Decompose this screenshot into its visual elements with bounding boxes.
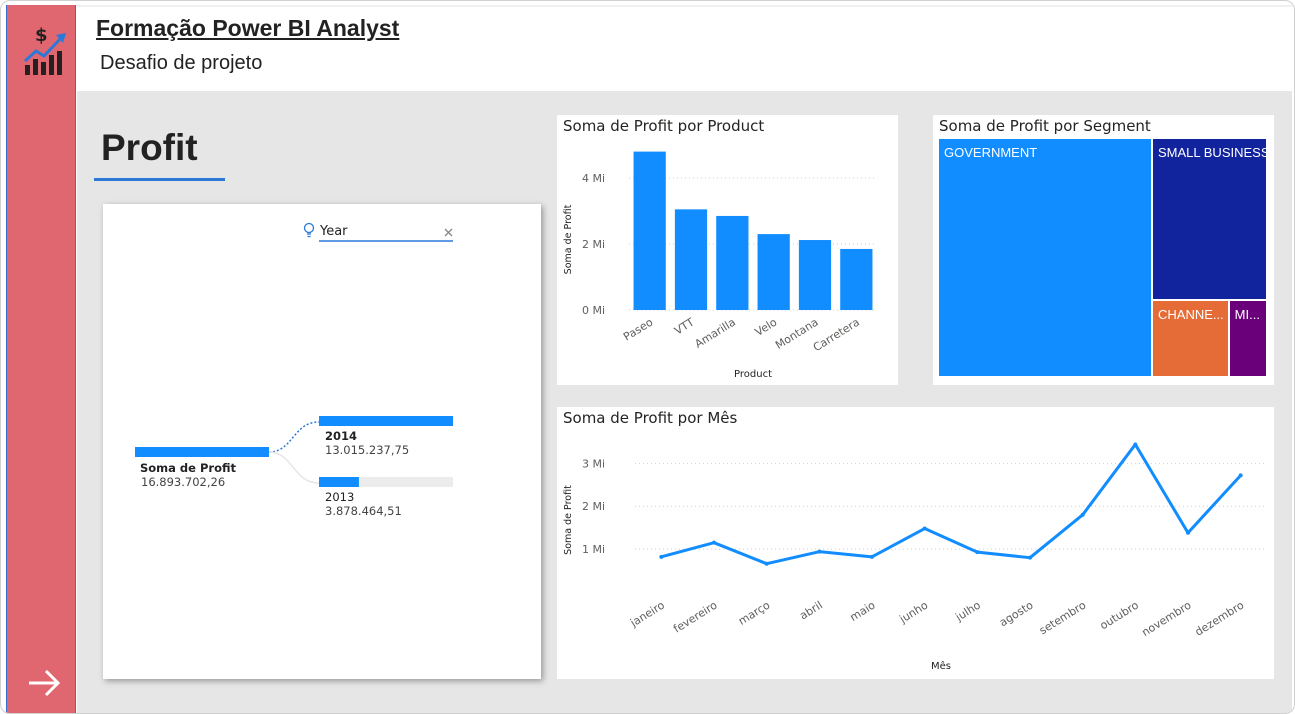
treemap-tile-channel-partners[interactable]: CHANNE...	[1153, 300, 1228, 376]
treemap-tile-government[interactable]: GOVERNMENT	[939, 139, 1151, 376]
y-tick-label: 1 Mi	[582, 543, 605, 556]
bar-velo[interactable]	[757, 234, 790, 310]
report-title: Formação Power BI Analyst	[96, 15, 400, 41]
bar-chart-title: Soma de Profit por Product	[563, 117, 765, 135]
x-tick-label: outubro	[1098, 598, 1142, 632]
x-tick-label: abril	[797, 599, 825, 623]
y-tick-label: 2 Mi	[582, 238, 605, 251]
y-axis-title: Soma de Profit	[563, 485, 574, 555]
connector-2014	[268, 421, 320, 453]
line-chart-visual[interactable]: Soma de Profit por Mês 1 Mi 2 Mi 3 Mi janei…	[557, 407, 1274, 679]
bar-montana[interactable]	[798, 240, 832, 310]
line-chart-svg: 1 Mi 2 Mi 3 Mi janeiro fevereiro março abril ma…	[563, 442, 1267, 672]
bar-paseo[interactable]	[633, 151, 666, 310]
y-tick-label: 2 Mi	[582, 500, 605, 513]
x-tick-label: VTT	[672, 315, 697, 337]
x-tick-label: Carretera	[811, 316, 862, 355]
x-tick-label: Velo	[753, 315, 780, 338]
x-tick-label: dezembro	[1193, 598, 1247, 638]
bar-chart-visual[interactable]: Soma de Profit por Product 0 Mi 2 Mi 4 Mi P…	[557, 115, 898, 385]
bar-amarilla[interactable]	[716, 215, 749, 310]
x-tick-label: junho	[896, 598, 930, 626]
filter-year-label[interactable]: Year	[319, 224, 348, 239]
close-icon[interactable]	[444, 228, 453, 237]
bar-carretera[interactable]	[840, 248, 873, 310]
line-point[interactable]	[764, 561, 769, 566]
svg-text:$: $	[35, 25, 48, 46]
lightbulb-icon	[303, 222, 315, 238]
root-label: Soma de Profit	[140, 461, 236, 475]
decomposition-tree-visual[interactable]: Year Soma de Profit 16.893.702,26 2014 13…	[103, 204, 541, 679]
line-point[interactable]	[870, 554, 874, 559]
x-tick-label: maio	[848, 598, 878, 624]
line-point[interactable]	[1186, 530, 1190, 535]
treemap-tile-midmarket[interactable]: MI...	[1229, 300, 1266, 376]
child-value: 13.015.237,75	[325, 443, 409, 457]
x-tick-label: fevereiro	[671, 598, 720, 635]
profit-line[interactable]	[660, 442, 1242, 566]
report-canvas: $ Formação Power BI Analyst Desafio de p…	[0, 0, 1295, 714]
x-tick-label: março	[736, 598, 772, 627]
line-point[interactable]	[1028, 555, 1032, 560]
x-axis-title: Product	[734, 369, 772, 380]
treemap-tile-small-business[interactable]: SMALL BUSINESS	[1153, 139, 1266, 299]
line-point[interactable]	[1080, 512, 1085, 517]
line-chart-title: Soma de Profit por Mês	[563, 409, 738, 427]
report-header: Formação Power BI Analyst Desafio de pro…	[77, 5, 1292, 91]
root-bar[interactable]	[135, 447, 269, 457]
child-label: 2013	[325, 490, 354, 504]
arrow-right-icon[interactable]	[24, 663, 64, 703]
line-point[interactable]	[817, 549, 822, 554]
report-subtitle: Desafio de projeto	[100, 52, 263, 74]
line-point[interactable]	[659, 554, 664, 559]
x-tick-label: agosto	[997, 598, 1036, 629]
x-tick-label: setembro	[1037, 598, 1088, 637]
line-point[interactable]	[712, 540, 716, 545]
x-tick-label: novembro	[1139, 598, 1193, 639]
root-value: 16.893.702,26	[141, 475, 225, 489]
sidebar: $	[6, 5, 76, 713]
child-bar[interactable]	[319, 416, 453, 426]
page-heading: Profit	[101, 127, 198, 168]
line-point[interactable]	[1133, 442, 1138, 447]
y-tick-label: 0 Mi	[582, 304, 605, 317]
x-tick-label: Paseo	[621, 315, 655, 343]
connector-2013	[268, 451, 320, 484]
decomposition-tree-svg: Year Soma de Profit 16.893.702,26 201413…	[135, 222, 453, 518]
money-chart-icon: $	[23, 25, 66, 75]
bar-chart-svg: 0 Mi2 Mi4 MiPaseo VTTAmarilla VeloMontanaC…	[563, 151, 877, 380]
x-tick-label: janeiro	[627, 598, 667, 630]
x-axis-title: Mês	[931, 660, 951, 672]
line-point[interactable]	[1238, 473, 1243, 478]
line-point[interactable]	[975, 550, 980, 555]
x-tick-label: julho	[952, 598, 983, 624]
treemap-visual[interactable]: Soma de Profit por Segment GOVERNMENT SMA…	[933, 115, 1274, 385]
child-label: 2014	[325, 429, 357, 443]
y-axis-title: Soma de Profit	[563, 204, 574, 274]
x-tick-label: Amarilla	[693, 316, 738, 351]
treemap-title: Soma de Profit por Segment	[939, 117, 1151, 135]
line-point[interactable]	[922, 526, 927, 531]
child-nodes: 201413.015.237,75 20133.878.464,51	[319, 416, 453, 518]
bar-vtt[interactable]	[674, 209, 708, 310]
y-tick-label: 3 Mi	[582, 457, 605, 470]
y-tick-label: 4 Mi	[582, 172, 605, 185]
child-bar[interactable]	[319, 477, 359, 487]
child-value: 3.878.464,51	[325, 504, 402, 518]
heading-underline	[94, 178, 225, 181]
